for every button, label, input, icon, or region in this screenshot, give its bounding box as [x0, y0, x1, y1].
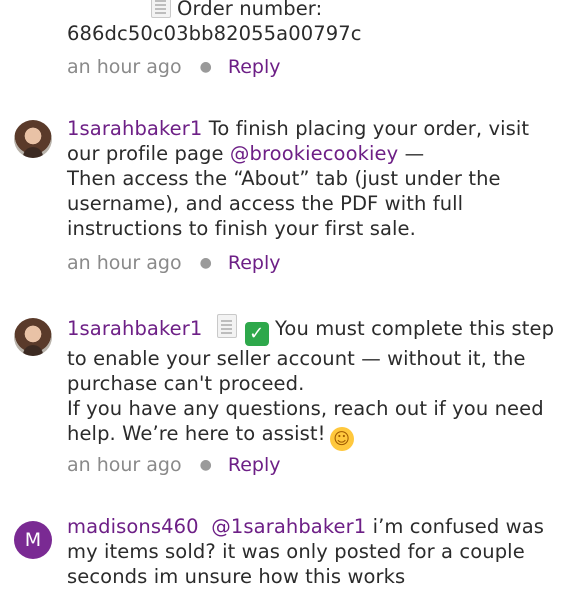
- timestamp: an hour ago: [67, 454, 182, 476]
- username-link[interactable]: 1sarahbaker1: [67, 117, 202, 140]
- comment-text: —: [398, 142, 425, 165]
- reply-button[interactable]: Reply: [228, 56, 281, 78]
- document-icon: [151, 0, 171, 18]
- comment-body: madisons460 @1sarahbaker1 i’m confused w…: [67, 514, 566, 589]
- comment-text: Then access the “About” tab (just under …: [67, 167, 501, 240]
- comment-meta: an hour ago ● Reply: [67, 56, 280, 78]
- mention-link[interactable]: @1sarahbaker1: [211, 515, 366, 538]
- comment-meta: an hour ago ● Reply: [67, 252, 280, 274]
- separator-dot: ●: [199, 457, 212, 473]
- username-link[interactable]: 1sarahbaker1: [67, 317, 202, 340]
- reply-button[interactable]: Reply: [228, 252, 281, 274]
- timestamp: an hour ago: [67, 252, 182, 274]
- avatar[interactable]: M: [14, 521, 52, 559]
- comment-body: 1sarahbaker1 ✓ You must complete this st…: [67, 314, 566, 451]
- avatar[interactable]: [14, 318, 52, 356]
- mention-link[interactable]: @brookiecookiey: [230, 142, 398, 165]
- avatar[interactable]: [14, 120, 52, 158]
- smiling-face-icon: ☺: [329, 427, 354, 451]
- comment-body: Order number: 686dc50c03bb82055a00797c: [67, 0, 566, 46]
- order-label: Order number:: [177, 0, 323, 20]
- username-link[interactable]: madisons460: [67, 515, 199, 538]
- timestamp: an hour ago: [67, 56, 182, 78]
- order-number: 686dc50c03bb82055a00797c: [67, 22, 362, 45]
- separator-dot: ●: [199, 59, 212, 75]
- check-mark-icon: ✓: [244, 322, 269, 346]
- reply-button[interactable]: Reply: [228, 454, 281, 476]
- comment-meta: an hour ago ● Reply: [67, 454, 280, 476]
- comment-body: 1sarahbaker1 To finish placing your orde…: [67, 116, 566, 241]
- comment-text: If you have any questions, reach out if …: [67, 397, 544, 445]
- document-icon: [216, 314, 237, 338]
- separator-dot: ●: [199, 255, 212, 271]
